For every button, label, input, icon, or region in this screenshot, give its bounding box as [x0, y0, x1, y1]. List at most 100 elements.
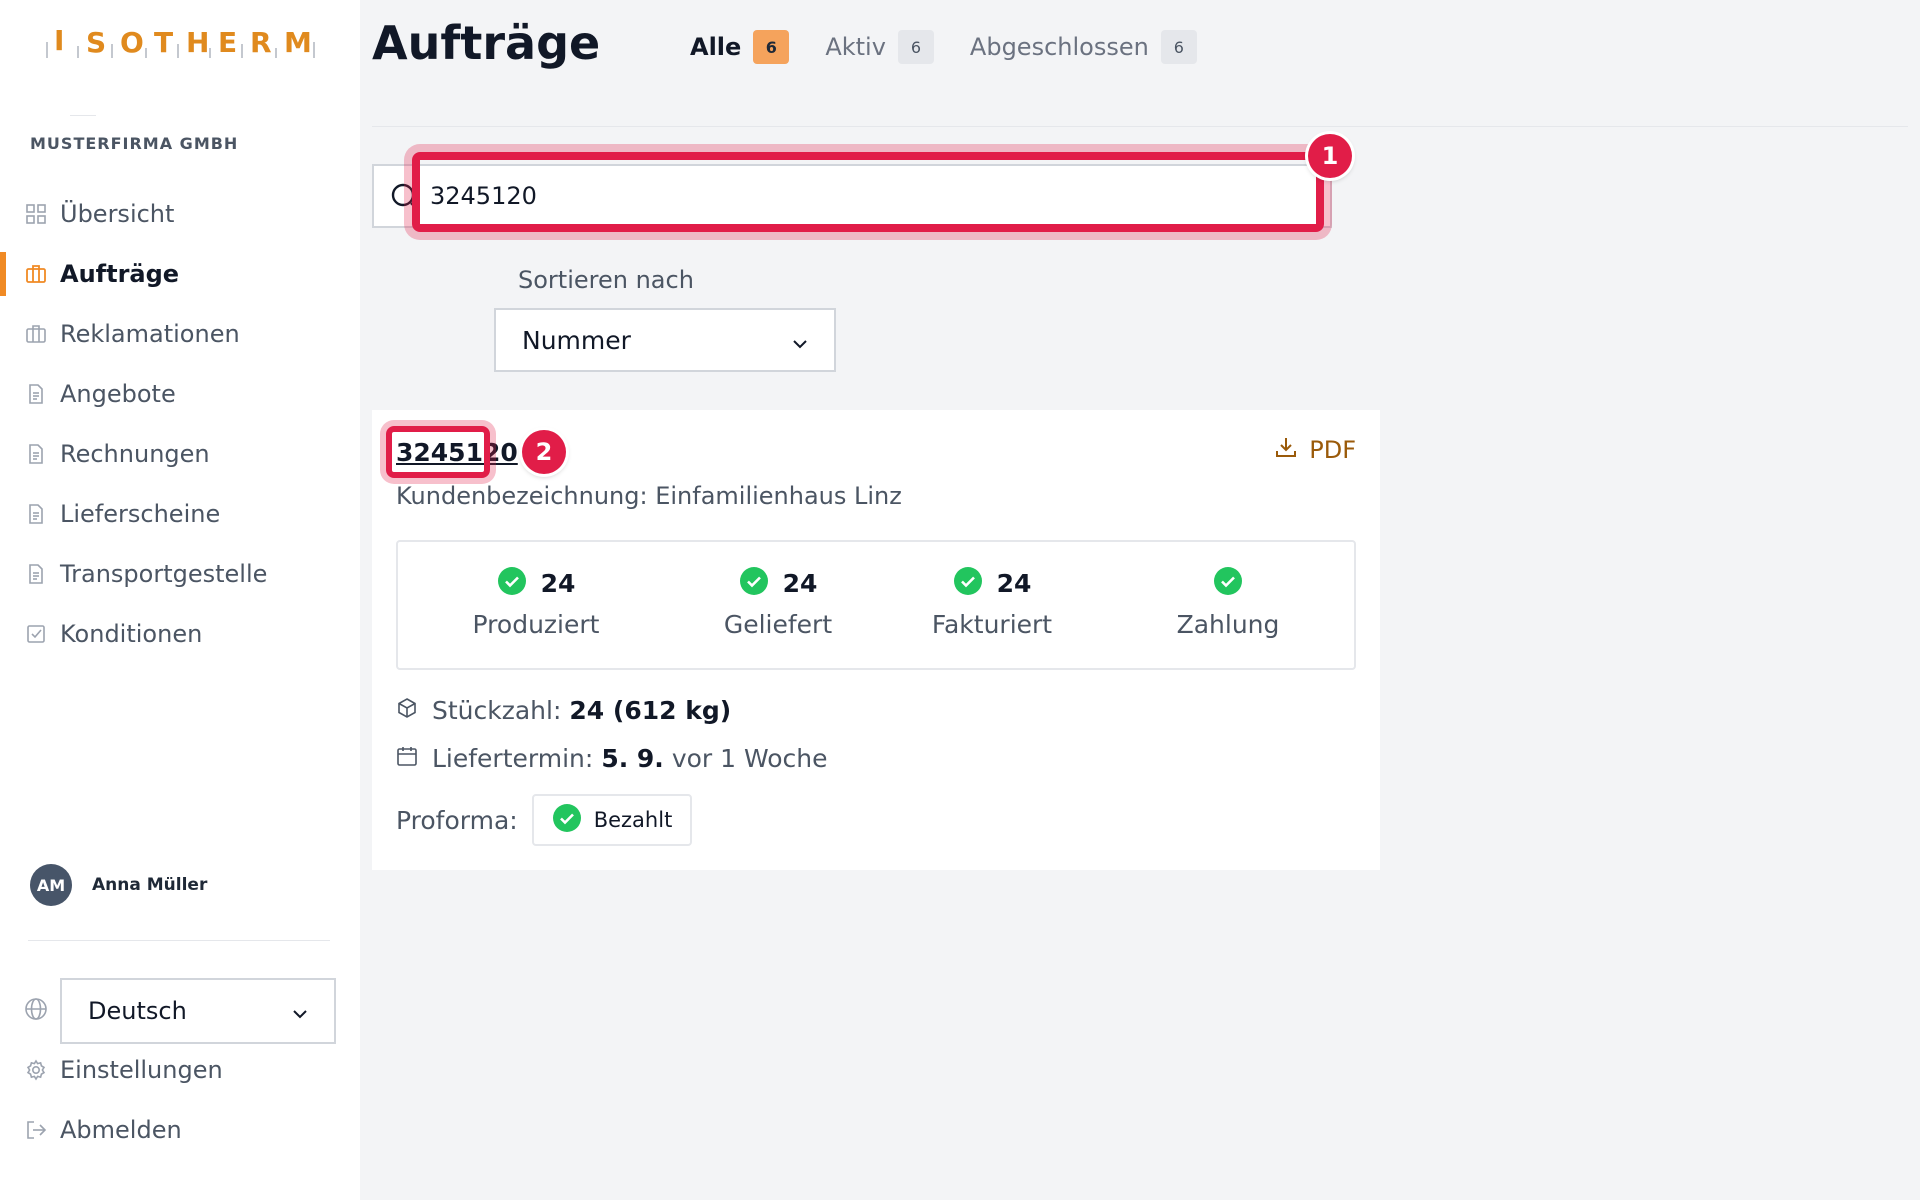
language-value: Deutsch: [88, 997, 187, 1025]
pdf-download-button[interactable]: PDF: [1275, 436, 1356, 464]
sidebar-item-auftraege[interactable]: Aufträge: [0, 244, 360, 304]
status-count: 24: [996, 568, 1032, 598]
chevron-down-icon: [792, 326, 808, 355]
sidebar-item-label: Rechnungen: [60, 440, 210, 468]
order-tabs: Alle 6 Aktiv 6 Abgeschlossen 6: [690, 30, 1233, 64]
sidebar-item-uebersicht[interactable]: Übersicht: [0, 184, 360, 244]
status-payment: Zahlung: [1118, 566, 1338, 639]
tab-label: Abgeschlossen: [969, 33, 1149, 61]
checkbox-icon: [24, 622, 48, 646]
tab-count-badge: 6: [897, 30, 934, 64]
avatar: AM: [30, 864, 72, 906]
sidebar-item-lieferscheine[interactable]: Lieferscheine: [0, 484, 360, 544]
svg-text:O: O: [120, 26, 144, 59]
sidebar: I S O T H E R M MUSTERFIRMA GMBH Übersic…: [0, 0, 360, 1200]
settings-link[interactable]: Einstellungen: [24, 1056, 223, 1084]
sidebar-item-reklamationen[interactable]: Reklamationen: [0, 304, 360, 364]
document-icon: [24, 502, 48, 526]
status-label: Produziert: [472, 610, 600, 639]
tab-label: Alle: [690, 33, 742, 61]
check-circle-icon: [953, 566, 983, 600]
document-icon: [24, 562, 48, 586]
sidebar-item-konditionen[interactable]: Konditionen: [0, 604, 360, 664]
check-circle-icon: [497, 566, 527, 600]
delivery-label: Liefertermin:: [432, 744, 594, 773]
tab-count-badge: 6: [1160, 30, 1197, 64]
status-produced: 24 Produziert: [426, 566, 646, 639]
sort-select[interactable]: Nummer: [494, 308, 836, 372]
proforma-status: Bezahlt: [593, 808, 673, 832]
language-row: Deutsch: [24, 978, 336, 1044]
delivery-row: Liefertermin: 5. 9. vor 1 Woche: [396, 744, 828, 773]
sidebar-item-transportgestelle[interactable]: Transportgestelle: [0, 544, 360, 604]
logout-label: Abmelden: [60, 1116, 182, 1144]
svg-text:I: I: [54, 24, 64, 57]
globe-icon: [24, 997, 48, 1025]
status-count: 24: [540, 568, 576, 598]
tab-alle[interactable]: Alle 6: [690, 30, 790, 64]
customer-name: Kundenbezeichnung: Einfamilienhaus Linz: [396, 482, 902, 510]
briefcase-icon: [24, 262, 48, 286]
svg-text:M: M: [284, 26, 312, 59]
user-name: Anna Müller: [92, 875, 208, 895]
proforma-row: Proforma: Bezahlt: [396, 794, 693, 846]
package-icon: [396, 696, 432, 725]
download-icon: [1275, 436, 1309, 464]
page-title: Aufträge: [372, 16, 601, 70]
step-marker-1: 1: [1308, 134, 1352, 178]
sidebar-item-angebote[interactable]: Angebote: [0, 364, 360, 424]
svg-text:E: E: [218, 26, 237, 59]
logout-icon: [24, 1118, 48, 1142]
tab-label: Aktiv: [825, 33, 886, 61]
gear-icon: [24, 1058, 48, 1082]
sidebar-item-label: Konditionen: [60, 620, 203, 648]
tab-aktiv[interactable]: Aktiv 6: [825, 30, 934, 64]
check-circle-icon: [1213, 566, 1243, 600]
document-icon: [24, 382, 48, 406]
main-content: Aufträge Alle 6 Aktiv 6 Abgeschlossen 6 …: [360, 0, 1920, 1200]
chevron-down-icon: [292, 997, 308, 1025]
quantity-label: Stückzahl:: [432, 696, 562, 725]
svg-text:T: T: [154, 26, 173, 59]
company-name: MUSTERFIRMA GMBH: [30, 134, 239, 153]
quantity-value: 24 (612 kg): [569, 696, 732, 725]
delivery-relative: vor 1 Woche: [671, 744, 828, 773]
status-delivered: 24 Geliefert: [668, 566, 888, 639]
sidebar-item-label: Reklamationen: [60, 320, 240, 348]
quantity-row: Stückzahl: 24 (612 kg): [396, 696, 731, 725]
sidebar-item-label: Aufträge: [60, 260, 180, 288]
pdf-label: PDF: [1309, 436, 1356, 464]
status-label: Fakturiert: [931, 610, 1053, 639]
svg-text:H: H: [186, 26, 209, 59]
grid-icon: [24, 202, 48, 226]
status-invoiced: 24 Fakturiert: [882, 566, 1102, 639]
proforma-label: Proforma:: [396, 805, 518, 835]
user-profile[interactable]: AM Anna Müller: [30, 864, 207, 906]
status-count: 24: [782, 568, 818, 598]
document-icon: [24, 442, 48, 466]
sort-label: Sortieren nach: [518, 266, 694, 294]
check-circle-icon: [739, 566, 769, 600]
sidebar-item-label: Lieferscheine: [60, 500, 221, 528]
tab-abgeschlossen[interactable]: Abgeschlossen 6: [970, 30, 1197, 64]
language-select[interactable]: Deutsch: [60, 978, 336, 1044]
status-badge: Bezahlt: [531, 794, 693, 846]
isotherm-logo[interactable]: I S O T H E R M: [44, 22, 319, 62]
status-label: Geliefert: [723, 610, 833, 639]
user-divider: [28, 940, 330, 941]
settings-label: Einstellungen: [60, 1056, 223, 1084]
logout-link[interactable]: Abmelden: [24, 1116, 182, 1144]
header-divider: [372, 126, 1908, 127]
order-number-highlight: [386, 426, 490, 478]
sidebar-item-label: Übersicht: [60, 200, 175, 228]
sidebar-item-rechnungen[interactable]: Rechnungen: [0, 424, 360, 484]
status-label: Zahlung: [1176, 610, 1280, 639]
sidebar-item-label: Transportgestelle: [60, 560, 268, 588]
logo-divider: [70, 115, 96, 116]
sort-value: Nummer: [522, 325, 631, 355]
status-overview: 24 Produziert 24 Geliefert 24 Fakturiert: [396, 540, 1356, 670]
svg-text:S: S: [86, 26, 106, 59]
search-highlight: [412, 152, 1324, 232]
calendar-icon: [396, 744, 432, 773]
tab-count-badge: 6: [753, 30, 790, 64]
